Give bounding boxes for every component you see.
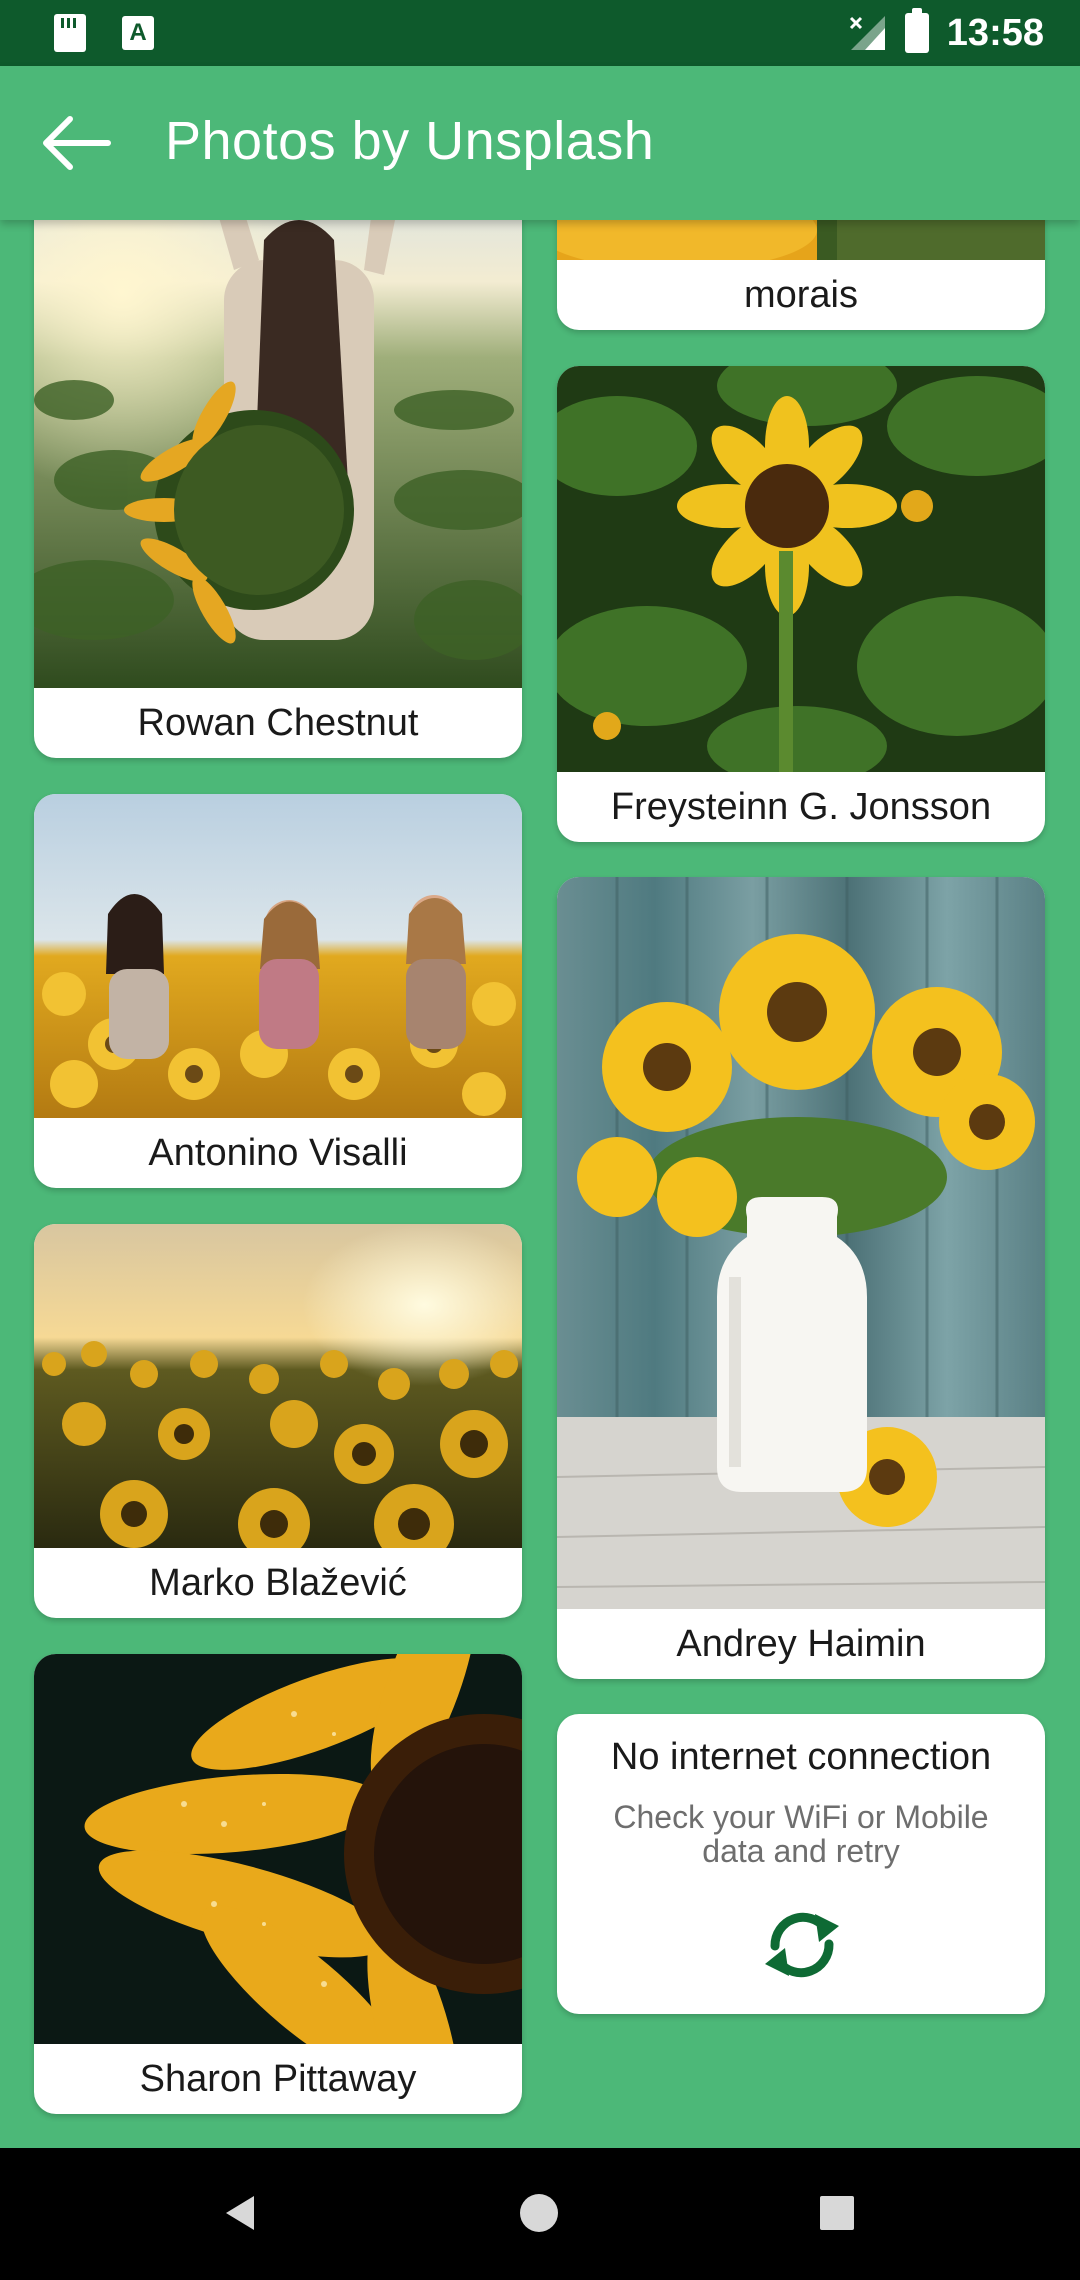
photo-author: Sharon Pittaway (139, 2057, 417, 2100)
page-title: Photos by Unsplash (165, 111, 655, 171)
photo-sunflowers-cropped (557, 220, 1045, 260)
no-internet-card: No internet connection Check your WiFi o… (557, 1714, 1045, 2014)
photo-card[interactable]: Rowan Chestnut (34, 220, 522, 758)
photo-friends-in-field (34, 794, 522, 1118)
system-nav-bar (0, 2148, 1080, 2280)
sd-card-icon (54, 14, 86, 52)
photo-image (557, 220, 1045, 260)
photo-image (34, 1654, 522, 2044)
status-left-icons: A (54, 14, 154, 52)
photo-woman-in-field (34, 220, 522, 688)
photo-image (34, 220, 522, 688)
photo-card[interactable]: Andrey Haimin (557, 877, 1045, 1679)
back-button[interactable] (36, 108, 116, 178)
a-icon: A (122, 16, 154, 50)
photo-card[interactable]: Antonino Visalli (34, 794, 522, 1188)
app-bar: Photos by Unsplash (0, 66, 1080, 220)
refresh-icon (765, 1912, 839, 1978)
photo-author: Rowan Chestnut (137, 701, 419, 744)
photo-image (34, 794, 522, 1118)
photo-author: morais (743, 273, 859, 316)
photo-author: Marko Blažević (149, 1561, 407, 1604)
photo-card[interactable]: Freysteinn G. Jonsson (557, 366, 1045, 842)
photo-sunflower-dew (34, 1654, 522, 2044)
recents-square-icon[interactable] (820, 2196, 854, 2230)
photo-field-sunset (34, 1224, 522, 1548)
no-signal-icon (849, 16, 885, 50)
photo-image (557, 366, 1045, 772)
photo-sunflowers-vase (557, 877, 1045, 1609)
status-time: 13:58 (946, 11, 1044, 54)
no-internet-message: Check your WiFi or Mobile data and retry (613, 1799, 989, 1869)
home-circle-icon[interactable] (520, 2194, 558, 2232)
status-right-icons: 13:58 (847, 8, 1044, 58)
photo-author: Freysteinn G. Jonsson (610, 785, 992, 828)
photo-card[interactable]: Sharon Pittaway (34, 1654, 522, 2114)
photo-author: Antonino Visalli (148, 1131, 408, 1174)
no-internet-title: No internet connection (610, 1736, 992, 1778)
arrow-left-icon (43, 116, 111, 170)
photo-image (34, 1224, 522, 1548)
retry-button[interactable] (757, 1904, 847, 1984)
photo-author: Andrey Haimin (676, 1622, 926, 1665)
status-bar: A 13:58 (0, 0, 1080, 66)
photo-image (557, 877, 1045, 1609)
battery-icon (904, 8, 929, 53)
photo-grid: Rowan Chestnut Antonino Visalli Marko Bl… (0, 220, 1080, 2148)
back-triangle-icon[interactable] (222, 2194, 258, 2232)
photo-single-sunflower (557, 366, 1045, 772)
photo-card[interactable]: morais (557, 220, 1045, 330)
photo-card[interactable]: Marko Blažević (34, 1224, 522, 1618)
